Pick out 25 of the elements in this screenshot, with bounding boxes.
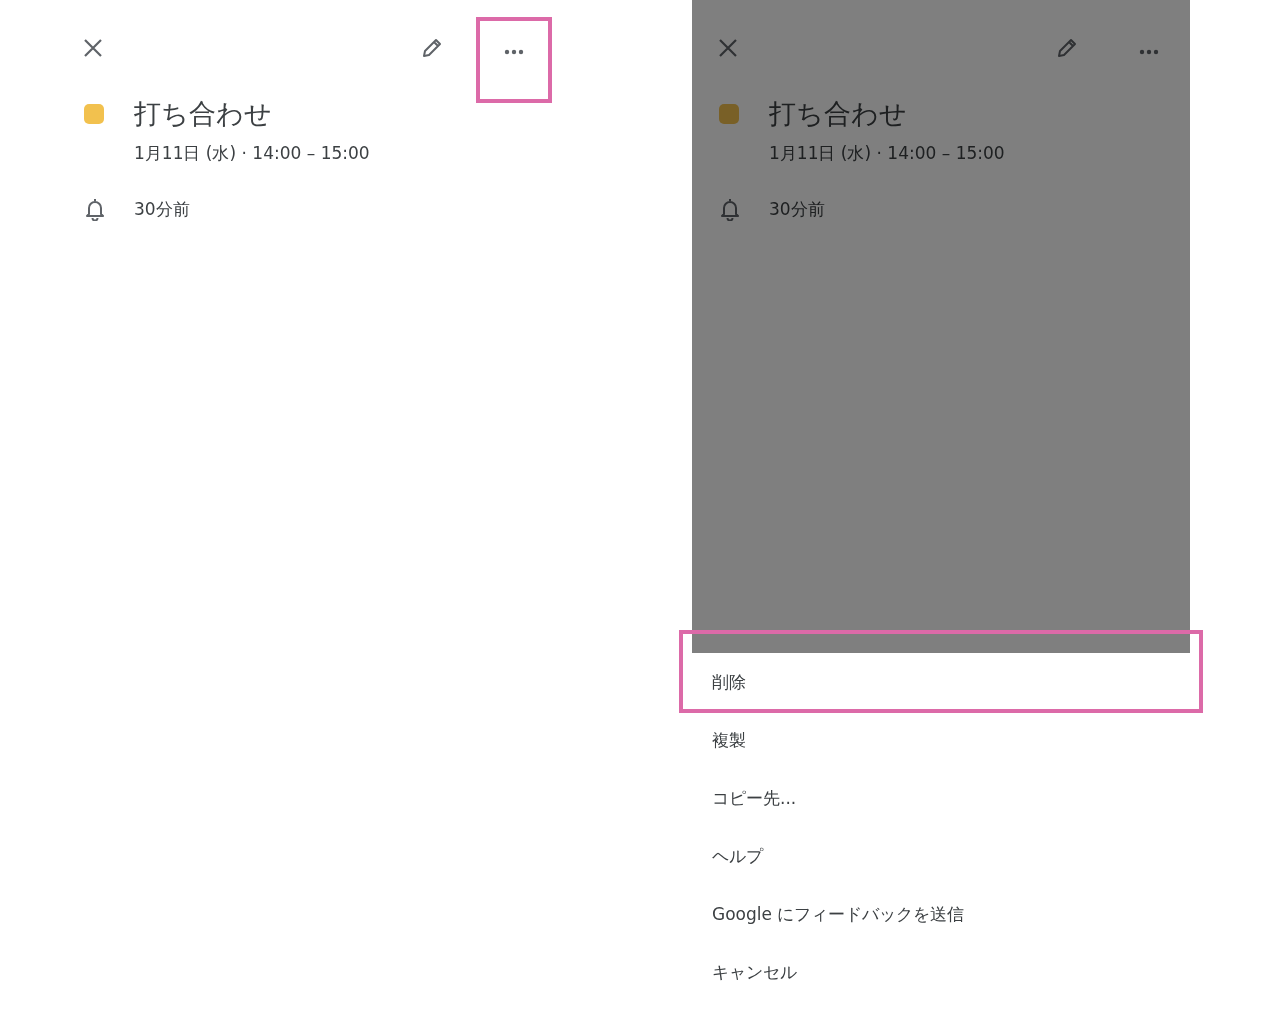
pencil-icon: [420, 36, 444, 60]
reminder-text: 30分前: [134, 197, 190, 221]
close-button[interactable]: [82, 37, 104, 59]
menu-item[interactable]: 削除: [692, 653, 1190, 711]
edit-button[interactable]: [420, 36, 444, 60]
close-icon: [82, 37, 104, 59]
event-datetime: 1月11日 (水) · 14:00 – 15:00: [769, 142, 1006, 165]
reminder-text: 30分前: [769, 197, 825, 221]
menu-item[interactable]: Google にフィードバックを送信: [692, 885, 1190, 943]
menu-item[interactable]: 複製: [692, 711, 1190, 769]
more-icon: [504, 49, 524, 55]
pencil-icon: [1055, 36, 1079, 60]
more-icon: [1139, 49, 1159, 55]
close-icon: [717, 37, 739, 59]
close-button[interactable]: [717, 37, 739, 59]
bell-icon: [719, 197, 741, 221]
edit-button[interactable]: [1055, 36, 1079, 60]
event-datetime: 1月11日 (水) · 14:00 – 15:00: [134, 142, 371, 165]
bell-icon: [84, 197, 106, 221]
menu-item[interactable]: ヘルプ: [692, 827, 1190, 885]
event-title: 打ち合わせ: [769, 97, 907, 131]
menu-item[interactable]: キャンセル: [692, 943, 1190, 1001]
event-title: 打ち合わせ: [134, 97, 272, 131]
more-button[interactable]: [476, 17, 552, 103]
menu-item[interactable]: コピー先...: [692, 769, 1190, 827]
